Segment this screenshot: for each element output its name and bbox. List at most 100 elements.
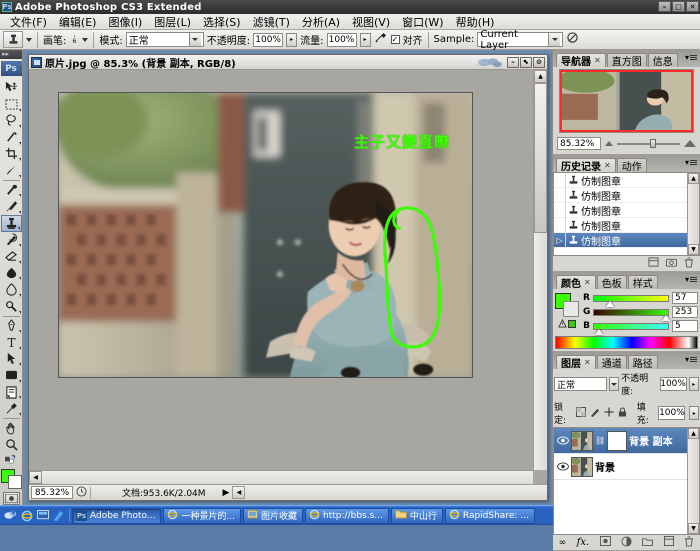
- layer-style-icon[interactable]: fx.: [577, 537, 590, 548]
- close-icon[interactable]: ✕: [594, 56, 601, 65]
- chevron-down-icon[interactable]: [189, 33, 201, 46]
- eraser-tool[interactable]: [1, 248, 22, 265]
- canvas-area[interactable]: 主子又變直瞭 ▲ ◀: [29, 70, 547, 484]
- menu-image[interactable]: 图像(I): [102, 13, 148, 31]
- media-player-icon[interactable]: [52, 509, 65, 522]
- quick-mask-toggle[interactable]: [3, 492, 20, 505]
- tab-swatches[interactable]: 色板: [597, 275, 627, 289]
- shape-tool[interactable]: [1, 367, 22, 384]
- menu-view[interactable]: 视图(V): [346, 13, 396, 31]
- tab-history[interactable]: 历史记录 ✕: [556, 158, 616, 172]
- menu-edit[interactable]: 编辑(E): [53, 13, 103, 31]
- menu-select[interactable]: 选择(S): [197, 13, 247, 31]
- toolbox-collapse-handle[interactable]: ▸▸: [0, 50, 22, 59]
- tab-color[interactable]: 颜色 ✕: [556, 275, 596, 289]
- minimize-button[interactable]: –: [658, 1, 671, 12]
- taskbar-button-folder[interactable]: 中山行: [391, 508, 443, 524]
- chevron-down-icon[interactable]: [609, 377, 619, 391]
- document-title-bar[interactable]: 原片.jpg @ 85.3% (背景 副本, RGB/8) – ⬉ ⊘: [29, 55, 547, 70]
- menu-layer[interactable]: 图层(L): [148, 13, 197, 31]
- lock-all-icon[interactable]: [618, 407, 627, 420]
- tool-preset-arrow-icon[interactable]: [26, 38, 32, 42]
- history-item-selected[interactable]: ▷ 仿制图章: [554, 233, 699, 248]
- navigator-panel-menu[interactable]: ▾: [685, 53, 697, 62]
- history-item[interactable]: 仿制图章: [554, 203, 699, 218]
- history-brush-tool[interactable]: [1, 232, 22, 249]
- close-icon[interactable]: ✕: [584, 358, 591, 367]
- channel-ramp-g[interactable]: [593, 309, 669, 316]
- layer-row[interactable]: 背景: [554, 454, 699, 480]
- tab-histogram[interactable]: 直方图: [607, 53, 647, 67]
- channel-value-r[interactable]: 57: [672, 292, 698, 304]
- image-canvas[interactable]: 主子又變直瞭: [58, 92, 473, 378]
- menu-window[interactable]: 窗口(W): [396, 13, 449, 31]
- move-tool[interactable]: [1, 79, 22, 96]
- create-document-icon[interactable]: [648, 257, 659, 271]
- background-color-swatch[interactable]: [8, 475, 22, 489]
- flow-input[interactable]: 100%: [327, 33, 357, 47]
- brush-tool[interactable]: [1, 198, 22, 215]
- lasso-tool[interactable]: [1, 113, 22, 130]
- layer-thumbnail[interactable]: [571, 431, 593, 451]
- taskbar-button-photoshop[interactable]: Ps Adobe Photo...: [72, 508, 161, 524]
- history-state-toggle[interactable]: [554, 203, 566, 217]
- layer-blend-mode-select[interactable]: 正常: [554, 377, 607, 391]
- history-state-toggle[interactable]: [554, 218, 566, 232]
- scroll-up-button[interactable]: ▲: [688, 428, 699, 439]
- background-color-swatch[interactable]: [563, 301, 579, 317]
- adjustment-layer-icon[interactable]: [621, 536, 632, 550]
- taskbar-button-pictures[interactable]: 图片收藏: [243, 508, 303, 524]
- zoom-in-icon[interactable]: [684, 140, 696, 147]
- zoom-tool[interactable]: [1, 436, 22, 453]
- layer-mask-thumbnail[interactable]: [607, 431, 627, 451]
- blend-mode-select[interactable]: 正常: [126, 32, 204, 47]
- brush-picker-arrow-icon[interactable]: [82, 38, 88, 42]
- tab-info[interactable]: 信息: [648, 53, 678, 67]
- opacity-input[interactable]: 100%: [253, 33, 283, 47]
- ignore-adjustment-layers-icon[interactable]: [566, 32, 581, 47]
- scroll-down-button[interactable]: ▼: [688, 244, 699, 255]
- color-swap-icon[interactable]: [1, 453, 22, 466]
- taskbar-button-browser-1[interactable]: 一种景片的...: [163, 508, 241, 524]
- tab-layers[interactable]: 图层 ✕: [556, 355, 596, 369]
- path-selection-tool[interactable]: [1, 351, 22, 368]
- sample-select[interactable]: Current Layer: [477, 32, 563, 47]
- layer-thumbnail[interactable]: [571, 457, 593, 477]
- history-state-toggle[interactable]: [554, 173, 566, 187]
- zoom-slider-knob[interactable]: [650, 139, 656, 148]
- internet-explorer-icon[interactable]: [20, 509, 33, 522]
- scroll-up-button[interactable]: ▲: [534, 70, 547, 83]
- layers-scrollbar[interactable]: ▲ ▼: [687, 428, 699, 534]
- history-item[interactable]: 仿制图章: [554, 188, 699, 203]
- new-group-icon[interactable]: [642, 536, 653, 549]
- menu-file[interactable]: 文件(F): [4, 13, 53, 31]
- zoom-out-icon[interactable]: [605, 141, 613, 146]
- brush-preview[interactable]: · 6: [69, 35, 79, 44]
- scroll-left-button[interactable]: ◀: [29, 471, 42, 484]
- new-layer-icon[interactable]: [664, 536, 674, 549]
- menu-analysis[interactable]: 分析(A): [296, 13, 346, 31]
- color-spectrum-ramp[interactable]: [555, 336, 698, 349]
- color-panel-menu[interactable]: ▾: [685, 275, 697, 284]
- lock-position-icon[interactable]: [604, 407, 614, 420]
- document-close-button[interactable]: ⊘: [533, 57, 545, 68]
- channel-value-g[interactable]: 253: [672, 306, 698, 318]
- document-restore-button[interactable]: ⬉: [520, 57, 532, 68]
- document-minimize-button[interactable]: –: [507, 57, 519, 68]
- history-state-toggle[interactable]: [554, 188, 566, 202]
- history-list[interactable]: 仿制图章 仿制图章 仿制图章: [553, 172, 700, 256]
- zoom-level-input[interactable]: 85.32%: [31, 486, 73, 499]
- layer-visibility-icon[interactable]: [556, 462, 569, 471]
- marquee-tool[interactable]: [1, 96, 22, 113]
- tab-styles[interactable]: 样式: [628, 275, 658, 289]
- scroll-up-button[interactable]: ▲: [688, 173, 699, 184]
- layer-mask-link-icon[interactable]: ⛓: [595, 436, 605, 445]
- channel-ramp-r[interactable]: [593, 295, 669, 302]
- eyedropper-tool[interactable]: [1, 400, 22, 417]
- status-menu-arrow-icon[interactable]: ▶: [223, 488, 230, 498]
- airbrush-icon[interactable]: [374, 32, 388, 47]
- navigator-thumbnail[interactable]: [559, 69, 694, 133]
- canvas-horizontal-scrollbar[interactable]: ◀: [29, 470, 533, 484]
- menu-filter[interactable]: 滤镜(T): [247, 13, 296, 31]
- healing-brush-tool[interactable]: [1, 182, 22, 199]
